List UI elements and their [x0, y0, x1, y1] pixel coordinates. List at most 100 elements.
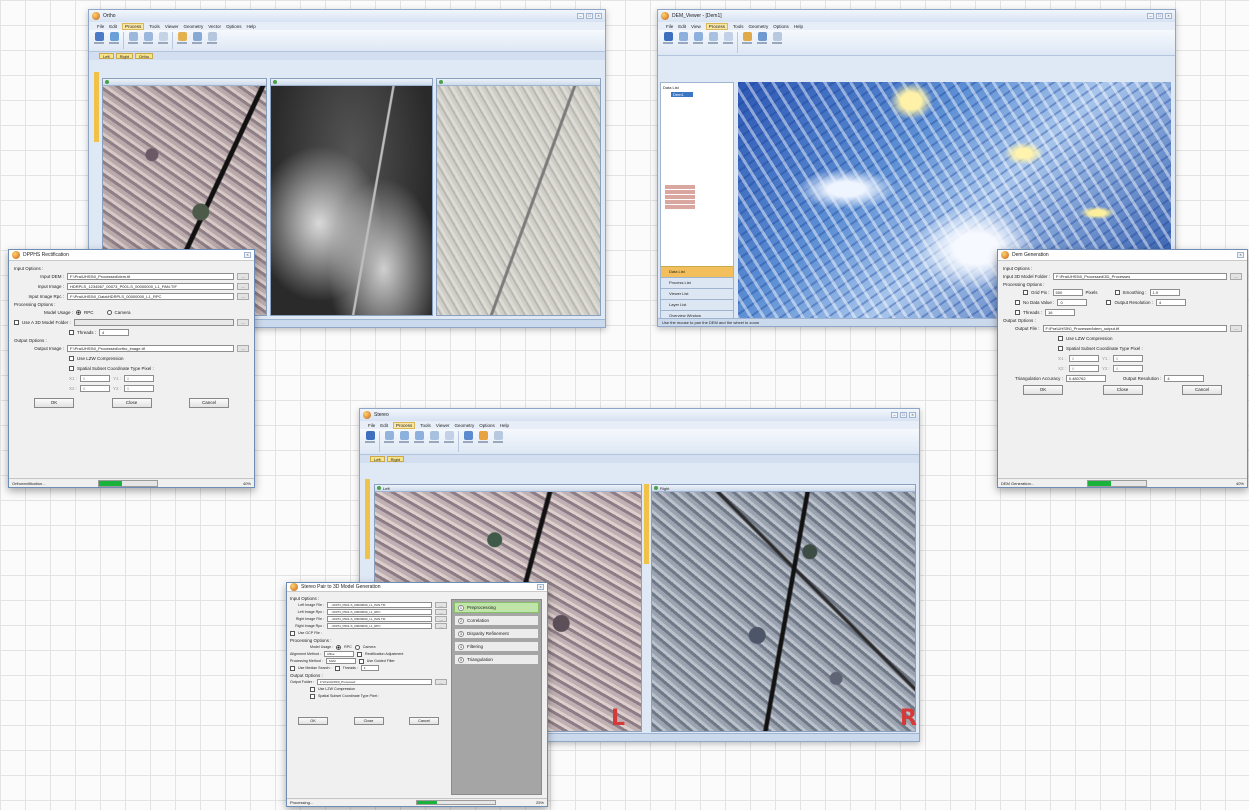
model-camera-radio[interactable]: [106, 309, 112, 315]
median-search-checkbox[interactable]: [290, 665, 295, 671]
close-dialog-button[interactable]: Close: [111, 398, 152, 408]
threads-checkbox[interactable]: [1015, 309, 1020, 315]
maximize-button[interactable]: □: [586, 13, 593, 19]
menu-geometry[interactable]: Geometry: [455, 423, 475, 428]
menu-edit[interactable]: Edit: [380, 423, 388, 428]
ribbon-save-button[interactable]: [108, 32, 120, 47]
layer-swatch-2[interactable]: [665, 190, 695, 194]
menu-options[interactable]: Options: [226, 24, 242, 29]
no-data-field[interactable]: 0: [1057, 298, 1088, 306]
grid-field[interactable]: 500: [1052, 288, 1083, 296]
ribbon-fit-button[interactable]: [428, 431, 440, 446]
ribbon-pan-button[interactable]: [722, 32, 734, 47]
smoothing-field[interactable]: 1.0: [1149, 288, 1180, 296]
input-rpc-field[interactable]: F:\Pra\UHS5\0_Data\HDRPLS_00000000_L1_RP…: [67, 292, 234, 300]
browse-model-button[interactable]: ...: [237, 318, 249, 326]
panel-process-list[interactable]: Process List: [661, 277, 733, 288]
ribbon-3d-button[interactable]: [741, 32, 753, 47]
lzw-checkbox[interactable]: [69, 355, 74, 361]
ribbon-select-button[interactable]: [364, 431, 376, 446]
menu-file[interactable]: File: [97, 24, 104, 29]
menu-file[interactable]: File: [368, 423, 375, 428]
browse-dem-button[interactable]: ...: [237, 272, 249, 280]
subset-y1-field[interactable]: 0: [1113, 354, 1144, 362]
threads-spinner[interactable]: 4: [360, 665, 379, 671]
left-rpc-field[interactable]: ...00073_P001-S_00000000_L1_RPC: [327, 609, 432, 615]
ok-button[interactable]: OK: [298, 717, 328, 725]
layer-panel-strip-right[interactable]: [644, 484, 649, 564]
layer-panel-strip-left[interactable]: [365, 479, 370, 559]
step-filtering[interactable]: 4 Filtering: [454, 641, 539, 652]
input-image-field[interactable]: HDRPLS_1234567_00073_P001-S_00000000_L1_…: [67, 282, 234, 290]
menu-help[interactable]: Help: [247, 24, 256, 29]
ribbon-open-button[interactable]: [93, 32, 105, 47]
tab-right[interactable]: Right: [115, 53, 134, 59]
ribbon-zoom-out-button[interactable]: [142, 32, 154, 47]
close-button[interactable]: ×: [595, 13, 602, 19]
browse-rpc-button[interactable]: ...: [237, 292, 249, 300]
browse-left-image-button[interactable]: ...: [435, 602, 447, 608]
ribbon-fit-button[interactable]: [707, 32, 719, 47]
ribbon-settings-button[interactable]: [206, 32, 218, 47]
browse-model-button[interactable]: ...: [1230, 272, 1242, 280]
panel-layer-list[interactable]: Layer List: [661, 299, 733, 310]
subset-checkbox[interactable]: [69, 365, 74, 371]
ok-button[interactable]: OK: [34, 398, 74, 408]
menu-options[interactable]: Options: [773, 24, 789, 29]
minimize-button[interactable]: –: [891, 412, 898, 418]
ribbon-zoom-in-button[interactable]: [127, 32, 139, 47]
tree-item-dem1[interactable]: Dem1: [671, 92, 693, 97]
dialog-close-button[interactable]: ×: [1237, 252, 1244, 258]
model-camera-radio[interactable]: [354, 644, 360, 650]
output-folder-field[interactable]: F:\Pra\UHS5\0_Processed: [316, 679, 432, 685]
layer-swatch-5[interactable]: [665, 205, 695, 209]
browse-output-button[interactable]: ...: [435, 679, 447, 685]
subset-checkbox[interactable]: [1058, 345, 1063, 351]
menu-viewer[interactable]: Viewer: [165, 24, 179, 29]
subset-y2-field[interactable]: 0: [1113, 364, 1144, 372]
browse-right-rpc-button[interactable]: ...: [435, 623, 447, 629]
ribbon-layer-button[interactable]: [756, 32, 768, 47]
tab-right[interactable]: Right: [386, 456, 405, 462]
grid-checkbox[interactable]: [1023, 289, 1028, 295]
app-logo-icon[interactable]: [363, 411, 371, 419]
cancel-button[interactable]: Cancel: [409, 717, 439, 725]
step-preprocessing[interactable]: 1 Preprocessing: [454, 602, 539, 613]
menu-edit[interactable]: Edit: [109, 24, 117, 29]
hillshade-image[interactable]: [437, 86, 600, 315]
threads-spinner[interactable]: 4: [99, 328, 130, 336]
menu-help[interactable]: Help: [794, 24, 803, 29]
ribbon-pan-button[interactable]: [443, 431, 455, 446]
input-model-field[interactable]: F:\Pra\UHS5\0_Processed\3D_Processes: [1053, 272, 1227, 280]
output-resolution-field[interactable]: 4: [1155, 298, 1186, 306]
maximize-button[interactable]: □: [900, 412, 907, 418]
subset-checkbox[interactable]: [310, 693, 315, 699]
ribbon-rectify-button[interactable]: [176, 32, 188, 47]
panel-viewer-list[interactable]: Viewer List: [661, 288, 733, 299]
menu-geometry[interactable]: Geometry: [184, 24, 204, 29]
step-triangulation[interactable]: 5 Triangulation: [454, 654, 539, 665]
ribbon-layer-button[interactable]: [191, 32, 203, 47]
menu-tools[interactable]: Tools: [733, 24, 744, 29]
ribbon-zoom-in-button[interactable]: [677, 32, 689, 47]
ribbon-stereo-button[interactable]: [477, 431, 489, 446]
use-gcp-checkbox[interactable]: [290, 630, 295, 636]
maximize-button[interactable]: □: [1156, 13, 1163, 19]
dem-grayscale-image[interactable]: [271, 86, 432, 315]
alignment-select[interactable]: Affine: [323, 651, 354, 657]
step-disparity-refinement[interactable]: 3 Disparity Refinement: [454, 628, 539, 639]
tree-root[interactable]: Data List: [661, 83, 733, 92]
close-button[interactable]: ×: [909, 412, 916, 418]
no-data-checkbox[interactable]: [1015, 299, 1020, 305]
stereo-right-image[interactable]: [652, 492, 915, 731]
output-resolution-2-field[interactable]: 4: [1164, 374, 1205, 382]
close-dialog-button[interactable]: Close: [353, 717, 384, 725]
ribbon-layer-button[interactable]: [492, 431, 504, 446]
threads-spinner[interactable]: 16: [1045, 308, 1076, 316]
lzw-checkbox[interactable]: [310, 686, 315, 692]
app-logo-icon[interactable]: [661, 12, 669, 20]
guided-filter-checkbox[interactable]: [358, 658, 364, 664]
menu-help[interactable]: Help: [500, 423, 509, 428]
ribbon-move-button[interactable]: [383, 431, 395, 446]
right-image-field[interactable]: ...00074_P001-S_00000000_L1_PAN.TIF: [327, 616, 432, 622]
